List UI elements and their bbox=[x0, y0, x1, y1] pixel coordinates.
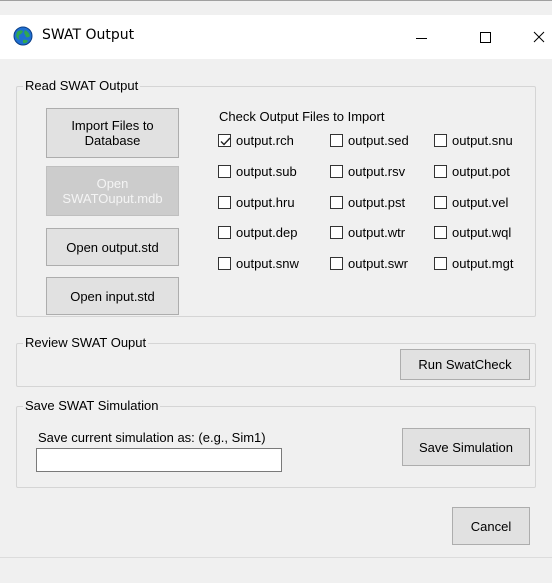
open-input-std-button[interactable]: Open input.std bbox=[46, 277, 179, 315]
checkbox-output-wtr[interactable]: output.wtr bbox=[330, 223, 405, 241]
checkbox-box[interactable] bbox=[434, 133, 447, 147]
close-button[interactable] bbox=[516, 15, 552, 59]
globe-icon bbox=[13, 26, 33, 46]
save-simulation-button[interactable]: Save Simulation bbox=[402, 428, 530, 466]
cancel-button[interactable]: Cancel bbox=[452, 507, 530, 545]
checkbox-output-pst[interactable]: output.pst bbox=[330, 193, 405, 211]
save-swat-simulation-label: Save SWAT Simulation bbox=[23, 398, 161, 414]
minimize-icon bbox=[415, 37, 427, 39]
open-output-std-button[interactable]: Open output.std bbox=[46, 228, 179, 266]
check-files-label: Check Output Files to Import bbox=[219, 109, 385, 124]
checkbox-label: output.sub bbox=[236, 163, 297, 179]
checkbox-output-rsv[interactable]: output.rsv bbox=[330, 162, 405, 180]
minimize-button[interactable] bbox=[398, 15, 444, 59]
checkbox-output-sed[interactable]: output.sed bbox=[330, 131, 409, 149]
checkbox-label: output.dep bbox=[236, 224, 298, 240]
maximize-icon bbox=[479, 31, 491, 43]
swat-output-window: SWAT Output Read SWAT Output Import File… bbox=[0, 0, 552, 583]
title-bar[interactable]: SWAT Output bbox=[0, 15, 552, 59]
checkbox-output-swr[interactable]: output.swr bbox=[330, 254, 408, 272]
checkbox-box[interactable] bbox=[434, 195, 447, 209]
run-swatcheck-button[interactable]: Run SwatCheck bbox=[400, 349, 530, 380]
checkbox-output-dep[interactable]: output.dep bbox=[218, 223, 297, 241]
checkbox-label: output.rch bbox=[236, 132, 294, 148]
window-title: SWAT Output bbox=[42, 27, 135, 43]
checkbox-box[interactable] bbox=[330, 195, 343, 209]
checkbox-output-vel[interactable]: output.vel bbox=[434, 193, 508, 211]
checkbox-box[interactable] bbox=[330, 164, 343, 178]
checkbox-box[interactable] bbox=[218, 256, 231, 270]
checkbox-box[interactable] bbox=[434, 164, 447, 178]
checkbox-label: output.rsv bbox=[348, 163, 406, 179]
checkbox-output-sub[interactable]: output.sub bbox=[218, 162, 297, 180]
maximize-button[interactable] bbox=[462, 15, 508, 59]
checkbox-label: output.wtr bbox=[348, 224, 406, 240]
checkbox-label: output.pot bbox=[452, 163, 510, 179]
checkbox-box[interactable] bbox=[330, 133, 343, 147]
checkbox-label: output.snu bbox=[452, 132, 513, 148]
checkbox-label: output.vel bbox=[452, 194, 509, 210]
checkbox-box[interactable] bbox=[330, 225, 343, 239]
review-swat-output-label: Review SWAT Ouput bbox=[23, 335, 149, 351]
simulation-name-input[interactable] bbox=[36, 448, 282, 472]
save-prompt-label: Save current simulation as: (e.g., Sim1) bbox=[38, 430, 266, 445]
checkbox-label: output.hru bbox=[236, 194, 295, 210]
checkbox-label: output.mgt bbox=[452, 255, 514, 271]
checkbox-box[interactable] bbox=[434, 256, 447, 270]
open-mdb-button[interactable]: Open SWATOuput.mdb bbox=[46, 166, 179, 216]
checkmark-icon[interactable] bbox=[218, 133, 231, 147]
checkbox-label: output.snw bbox=[236, 255, 299, 271]
checkbox-box[interactable] bbox=[218, 225, 231, 239]
checkbox-output-wql[interactable]: output.wql bbox=[434, 223, 511, 241]
checkbox-label: output.swr bbox=[348, 255, 408, 271]
checkbox-output-mgt[interactable]: output.mgt bbox=[434, 254, 513, 272]
close-icon bbox=[533, 31, 545, 43]
checkbox-box[interactable] bbox=[218, 164, 231, 178]
checkbox-output-snu[interactable]: output.snu bbox=[434, 131, 513, 149]
checkbox-label: output.pst bbox=[348, 194, 406, 210]
checkbox-label: output.wql bbox=[452, 224, 512, 240]
checkbox-output-rch[interactable]: output.rch bbox=[218, 131, 294, 149]
bottom-divider bbox=[0, 557, 552, 558]
checkbox-output-snw[interactable]: output.snw bbox=[218, 254, 299, 272]
checkbox-box[interactable] bbox=[218, 195, 231, 209]
checkbox-box[interactable] bbox=[434, 225, 447, 239]
checkbox-label: output.sed bbox=[348, 132, 409, 148]
checkbox-box[interactable] bbox=[330, 256, 343, 270]
checkbox-output-pot[interactable]: output.pot bbox=[434, 162, 510, 180]
checkbox-output-hru[interactable]: output.hru bbox=[218, 193, 295, 211]
read-swat-output-label: Read SWAT Output bbox=[23, 78, 141, 94]
import-files-button[interactable]: Import Files to Database bbox=[46, 108, 179, 158]
